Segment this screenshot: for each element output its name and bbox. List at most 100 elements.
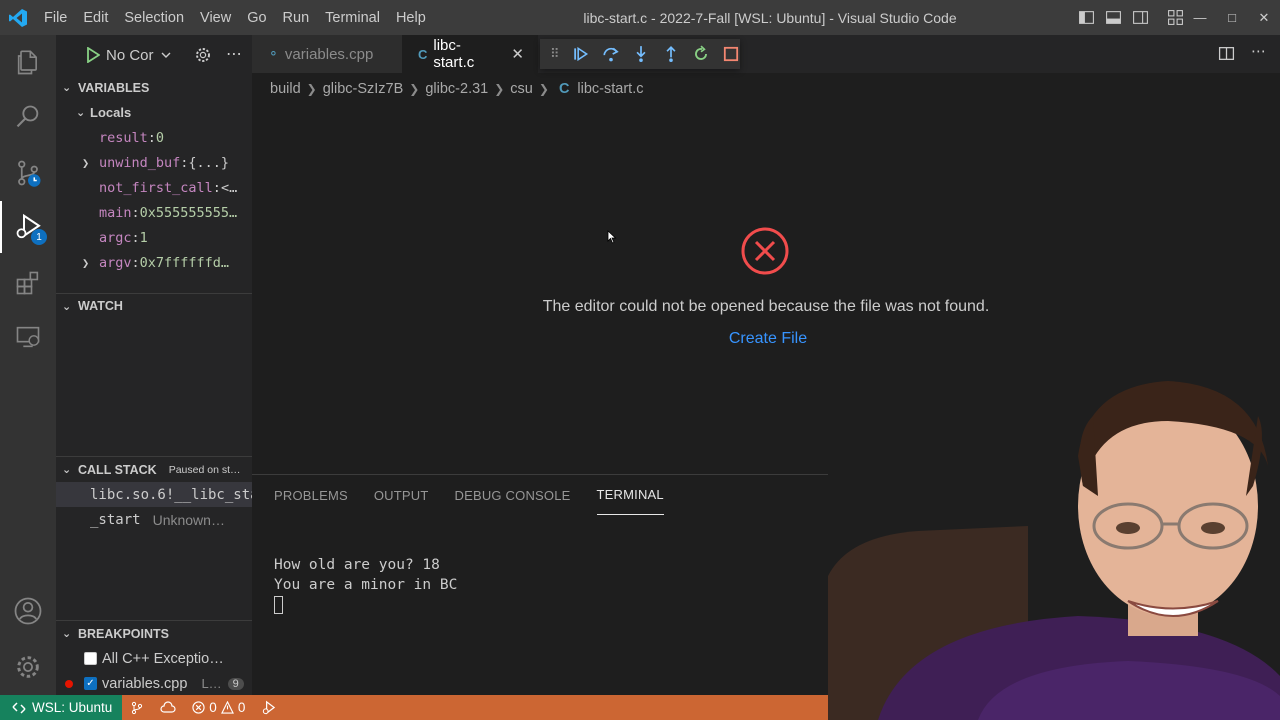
variable-row[interactable]: ❯ argv: 0x7ffffffd… xyxy=(56,250,252,271)
menu-file[interactable]: File xyxy=(36,10,75,26)
editor-tabs: ⚬ variables.cpp C libc-start.c ✕ xyxy=(252,35,1280,73)
variable-row[interactable]: main: 0x555555555… xyxy=(56,200,252,225)
git-branch-icon xyxy=(132,701,143,714)
more-actions-icon[interactable]: ⋯ xyxy=(1251,44,1266,62)
tab-problems[interactable]: PROBLEMS xyxy=(274,475,348,515)
variable-row[interactable]: result: 0 xyxy=(56,125,252,150)
breakpoint-item[interactable]: ✓ variables.cpp L… 9 xyxy=(56,671,252,695)
chevron-right-icon: ❯ xyxy=(538,82,549,96)
variable-value: <… xyxy=(220,179,238,196)
breadcrumb-item[interactable]: glibc-2.31 xyxy=(425,81,488,97)
start-debug-icon[interactable] xyxy=(86,47,100,63)
breakpoint-item[interactable]: All C++ Exceptio… xyxy=(56,646,252,671)
watch-section-header[interactable]: ⌄ WATCH xyxy=(56,293,252,318)
minimize-icon[interactable]: — xyxy=(1184,0,1216,35)
chevron-right-icon[interactable]: ❯ xyxy=(82,256,99,270)
create-file-link[interactable]: Create File xyxy=(252,330,1280,348)
settings-gear-icon[interactable] xyxy=(0,641,56,693)
source-control-icon[interactable] xyxy=(0,147,56,199)
drag-handle-icon[interactable]: ⠿ xyxy=(550,46,560,62)
webcam-overlay xyxy=(828,376,1280,720)
variable-value: 1 xyxy=(139,229,148,246)
debug-alt-icon xyxy=(263,700,276,715)
terminal-output[interactable]: How old are you? 18 You are a minor in BC xyxy=(274,555,457,615)
run-config-select[interactable]: No Cor xyxy=(86,47,172,64)
menu-help[interactable]: Help xyxy=(388,10,434,26)
customize-layout-icon[interactable] xyxy=(1167,9,1184,26)
stack-frame-detail: Unknown… xyxy=(152,511,225,528)
toggle-secondary-sidebar-icon[interactable] xyxy=(1132,9,1149,26)
callstack-section-header[interactable]: ⌄ CALL STACK Paused on st… xyxy=(56,457,252,482)
window-controls: — □ ✕ xyxy=(1184,0,1280,35)
variable-value: 0 xyxy=(155,129,165,146)
continue-icon[interactable] xyxy=(572,45,590,63)
tab-libc-start[interactable]: C libc-start.c ✕ xyxy=(402,35,538,73)
close-tab-icon[interactable]: ✕ xyxy=(511,45,524,63)
breadcrumb-item[interactable]: csu xyxy=(510,81,533,97)
chevron-down-icon: ⌄ xyxy=(62,300,72,313)
step-over-icon[interactable] xyxy=(602,45,620,63)
more-actions-icon[interactable]: ⋯ xyxy=(226,44,242,64)
debug-launch-item[interactable] xyxy=(253,700,284,715)
locals-label: Locals xyxy=(90,105,132,120)
variable-separator: : xyxy=(131,254,140,271)
menu-selection[interactable]: Selection xyxy=(116,10,192,26)
stack-frame[interactable]: libc.so.6!__libc_sta xyxy=(56,482,252,507)
restart-icon[interactable] xyxy=(692,45,710,63)
variable-separator: : xyxy=(212,179,221,196)
error-circle-icon xyxy=(741,227,789,275)
step-into-icon[interactable] xyxy=(632,45,650,63)
gear-icon[interactable] xyxy=(194,46,212,64)
locals-scope[interactable]: ⌄ Locals xyxy=(56,100,252,125)
mouse-cursor-icon xyxy=(607,230,617,244)
variables-section-header[interactable]: ⌄ VARIABLES xyxy=(56,75,252,100)
breadcrumb-item[interactable]: libc-start.c xyxy=(577,81,643,97)
tab-terminal[interactable]: TERMINAL xyxy=(596,475,664,515)
chevron-right-icon[interactable]: ❯ xyxy=(82,156,99,170)
git-branch-item[interactable] xyxy=(122,701,152,715)
toggle-sidebar-icon[interactable] xyxy=(1078,9,1095,26)
breakpoints-section-header[interactable]: ⌄ BREAKPOINTS xyxy=(56,621,252,646)
variables-header-label: VARIABLES xyxy=(78,80,150,95)
tab-variables-cpp[interactable]: ⚬ variables.cpp xyxy=(252,35,402,73)
variable-row[interactable]: argc: 1 xyxy=(56,225,252,250)
presenter-webcam-image xyxy=(828,376,1280,720)
tab-label: libc-start.c xyxy=(433,37,475,71)
problems-item[interactable]: 0 0 xyxy=(184,700,253,715)
maximize-icon[interactable]: □ xyxy=(1216,0,1248,35)
stop-icon[interactable] xyxy=(722,45,740,63)
chevron-right-icon: ❯ xyxy=(409,82,420,96)
variable-value: {...} xyxy=(188,154,230,171)
variable-row[interactable]: ❯ unwind_buf: {...} xyxy=(56,150,252,175)
run-debug-icon[interactable]: 1 xyxy=(0,201,56,253)
sync-item[interactable] xyxy=(152,700,184,715)
tab-output[interactable]: OUTPUT xyxy=(374,475,429,515)
stack-frame[interactable]: _start Unknown… xyxy=(56,507,252,532)
remote-icon xyxy=(12,701,26,714)
menu-edit[interactable]: Edit xyxy=(75,10,116,26)
variable-row[interactable]: not_first_call: <… xyxy=(56,175,252,200)
breadcrumb-item[interactable]: build xyxy=(270,81,301,97)
toggle-panel-icon[interactable] xyxy=(1105,9,1122,26)
breakpoint-checkbox[interactable] xyxy=(84,652,97,665)
search-icon[interactable] xyxy=(0,91,56,143)
stack-frame-name: libc.so.6!__libc_sta xyxy=(90,486,252,503)
breakpoint-label: variables.cpp xyxy=(102,675,188,692)
breakpoint-checkbox[interactable]: ✓ xyxy=(84,677,97,690)
run-config-label: No Cor xyxy=(106,46,154,64)
breadcrumb-item[interactable]: glibc-SzIz7B xyxy=(323,81,404,97)
step-out-icon[interactable] xyxy=(662,45,680,63)
accounts-icon[interactable] xyxy=(0,585,56,637)
menu-view[interactable]: View xyxy=(192,10,239,26)
extensions-icon[interactable] xyxy=(0,257,56,309)
close-window-icon[interactable]: ✕ xyxy=(1248,0,1280,35)
menu-terminal[interactable]: Terminal xyxy=(317,10,388,26)
remote-explorer-icon[interactable] xyxy=(0,311,56,363)
remote-indicator[interactable]: WSL: Ubuntu xyxy=(0,695,123,720)
menu-run[interactable]: Run xyxy=(275,10,318,26)
split-editor-icon[interactable] xyxy=(1218,45,1235,62)
locals-list: result: 0 ❯ unwind_buf: {...} not_first_cal… xyxy=(56,125,252,271)
explorer-icon[interactable] xyxy=(0,37,56,89)
tab-debug-console[interactable]: DEBUG CONSOLE xyxy=(455,475,571,515)
menu-go[interactable]: Go xyxy=(239,10,274,26)
